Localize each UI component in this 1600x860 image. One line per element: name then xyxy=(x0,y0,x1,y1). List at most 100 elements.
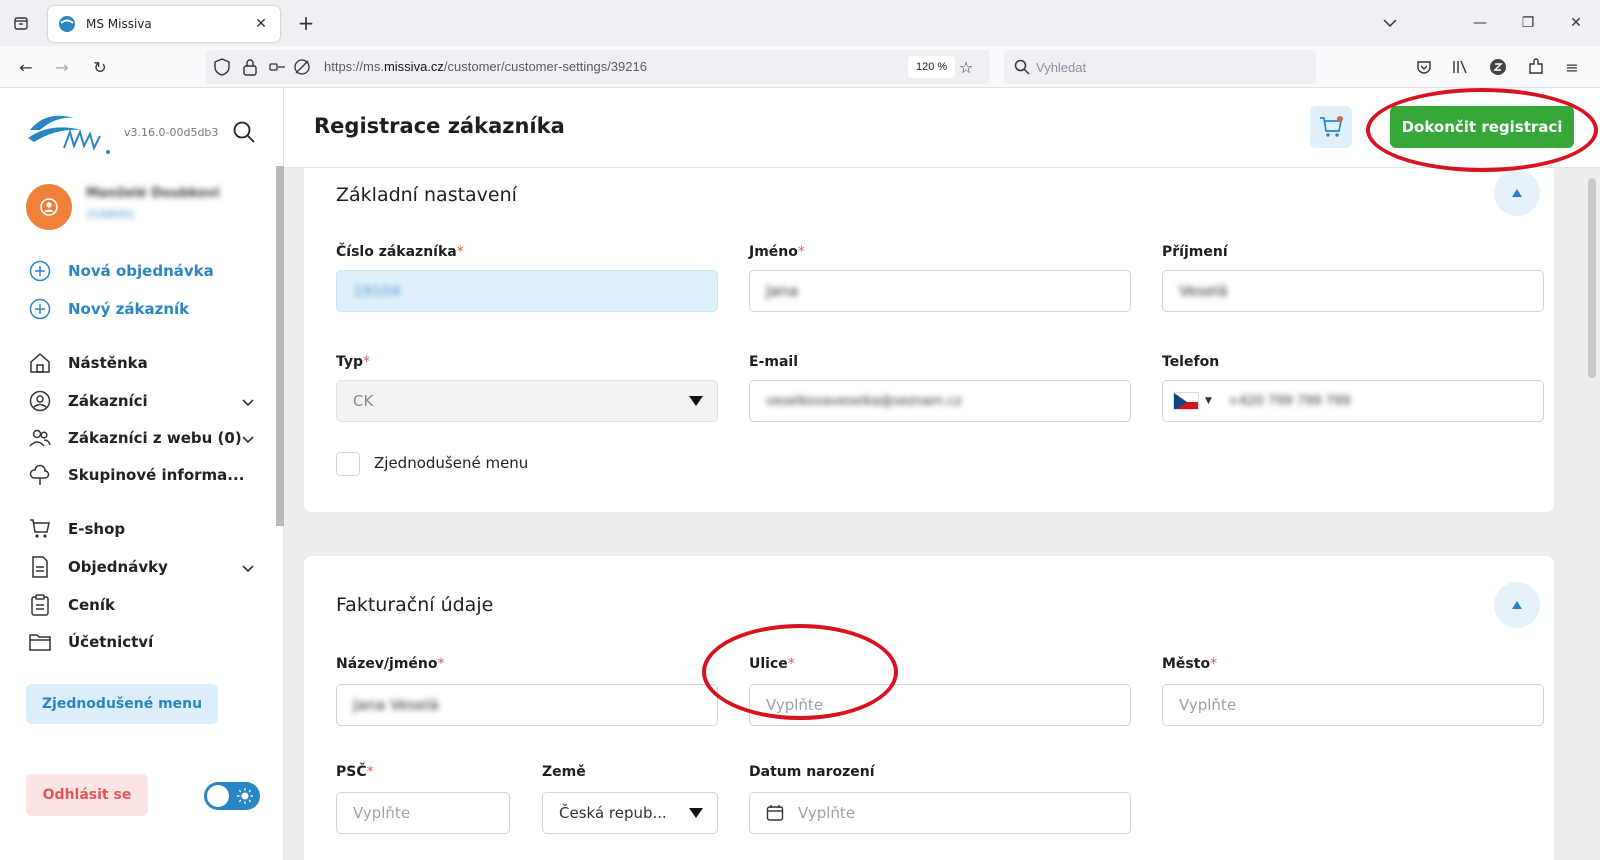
last-name-field[interactable]: Veselá xyxy=(1162,270,1544,312)
sidebar-search-icon[interactable] xyxy=(232,120,256,144)
sidebar-item-label: Nástěnka xyxy=(68,354,148,372)
calendar-icon[interactable] xyxy=(766,804,784,822)
sidebar-item-label: Ceník xyxy=(68,596,115,614)
city-input[interactable]: Vyplňte xyxy=(1162,684,1544,726)
triangle-up-icon xyxy=(1512,601,1522,609)
reload-icon[interactable]: ↻ xyxy=(88,56,112,78)
chevron-down-icon[interactable] xyxy=(240,431,256,447)
main-content: Základní nastavení Číslo zákazníka* 1910… xyxy=(284,88,1600,860)
dropdown-arrow-icon xyxy=(689,808,703,818)
simple-menu-checkbox-label: Zjednodušené menu xyxy=(374,454,529,472)
cart-icon xyxy=(28,517,52,541)
country-code-caret-icon[interactable]: ▼ xyxy=(1205,396,1212,406)
pocket-icon[interactable] xyxy=(1412,56,1436,78)
lock-icon[interactable] xyxy=(238,56,262,78)
users-icon xyxy=(28,426,52,450)
new-order-label: Nová objednávka xyxy=(68,262,214,280)
search-icon xyxy=(1010,56,1034,78)
simple-menu-button[interactable]: Zjednodušené menu xyxy=(26,684,218,724)
bookmark-star-icon[interactable]: ☆ xyxy=(954,56,978,78)
url-text[interactable]: https://ms.missiva.cz/customer/customer-… xyxy=(324,59,647,74)
finish-highlight-annotation xyxy=(1366,88,1598,172)
theme-toggle[interactable] xyxy=(204,782,260,810)
sidebar-item-customers[interactable]: Zákazníci xyxy=(28,388,148,414)
shield-icon[interactable] xyxy=(210,56,234,78)
browser-search-bar[interactable]: Vyhledat xyxy=(1004,50,1316,84)
list-all-tabs-icon[interactable] xyxy=(1378,12,1402,34)
browser-tabbar: MS Missiva ✕ + — ❐ ✕ xyxy=(0,0,1600,46)
billing-card: Fakturační údaje Název/jméno* Jana Vesel… xyxy=(304,556,1554,860)
home-icon xyxy=(28,351,52,375)
simple-menu-checkbox[interactable] xyxy=(336,452,360,476)
profile-icon[interactable] xyxy=(1486,56,1510,78)
tab-history-icon[interactable] xyxy=(10,12,32,34)
new-customer-button[interactable]: Nový zákazník xyxy=(28,296,189,322)
clipboard-icon xyxy=(28,593,52,617)
last-name-label: Příjmení xyxy=(1162,244,1228,260)
browser-tab[interactable]: MS Missiva ✕ xyxy=(48,6,280,42)
birth-date-input[interactable]: Vyplňte xyxy=(749,792,1131,834)
logout-button[interactable]: Odhlásit se xyxy=(26,774,148,816)
tab-close-icon[interactable]: ✕ xyxy=(252,16,270,32)
plus-circle-icon xyxy=(28,297,52,321)
sun-icon xyxy=(237,788,253,804)
sidebar-item-label: E-shop xyxy=(68,520,126,538)
permissions-icon[interactable] xyxy=(266,56,290,78)
email-label: E-mail xyxy=(749,354,799,370)
sidebar-item-pricelist[interactable]: Ceník xyxy=(28,592,115,618)
collapse-button[interactable] xyxy=(1494,582,1540,628)
forward-icon[interactable]: → xyxy=(50,56,74,78)
sidebar-item-eshop[interactable]: E-shop xyxy=(28,516,125,542)
billing-name-label: Název/jméno* xyxy=(336,656,445,672)
missiva-favicon-icon xyxy=(59,16,75,32)
customer-number-field[interactable]: 19104 xyxy=(336,270,718,312)
sidebar-scrollbar[interactable] xyxy=(276,166,284,526)
back-icon[interactable]: ← xyxy=(14,56,38,78)
menu-icon[interactable]: ≡ xyxy=(1560,56,1584,78)
url-bar[interactable]: https://ms.missiva.cz/customer/customer-… xyxy=(206,50,990,84)
billing-name-field[interactable]: Jana Veselá xyxy=(336,684,718,726)
email-field[interactable]: veselkovaveselka@seznam.cz xyxy=(749,380,1131,422)
restore-icon[interactable]: ❐ xyxy=(1504,0,1552,46)
tracking-protection-icon[interactable] xyxy=(290,56,314,78)
chevron-down-icon[interactable] xyxy=(240,560,256,576)
sidebar-item-accounting[interactable]: Účetnictví xyxy=(28,629,153,655)
zip-input[interactable]: Vyplňte xyxy=(336,792,510,834)
sidebar-item-web-customers[interactable]: Zákazníci z webu (0) xyxy=(28,425,242,451)
phone-field[interactable]: ▼ +420 799 799 799 xyxy=(1162,380,1544,422)
zoom-level[interactable]: 120 % xyxy=(908,56,956,78)
sidebar-item-orders[interactable]: Objednávky xyxy=(28,554,168,580)
collapse-button[interactable] xyxy=(1494,170,1540,216)
czech-flag-icon[interactable] xyxy=(1173,392,1199,410)
chevron-down-icon[interactable] xyxy=(240,394,256,410)
city-label: Město* xyxy=(1162,656,1218,672)
new-order-button[interactable]: Nová objednávka xyxy=(28,258,214,284)
user-id: 3198001 xyxy=(86,208,135,221)
cart-button[interactable] xyxy=(1310,106,1352,148)
folder-icon xyxy=(28,630,52,654)
minimize-icon[interactable]: — xyxy=(1456,0,1504,46)
document-icon xyxy=(28,555,52,579)
main-scrollbar[interactable] xyxy=(1588,178,1596,378)
sidebar-item-label: Účetnictví xyxy=(68,633,154,651)
billing-title: Fakturační údaje xyxy=(336,594,494,616)
close-window-icon[interactable]: ✕ xyxy=(1552,0,1600,46)
sidebar-item-label: Objednávky xyxy=(68,558,168,576)
country-select[interactable]: Česká repub... xyxy=(542,792,718,834)
first-name-label: Jméno* xyxy=(749,244,805,260)
user-circle-icon xyxy=(28,389,52,413)
first-name-field[interactable]: Jana xyxy=(749,270,1131,312)
cloud-icon xyxy=(28,463,52,487)
country-label: Země xyxy=(542,764,586,780)
avatar[interactable] xyxy=(26,184,72,230)
extensions-icon[interactable] xyxy=(1524,56,1548,78)
type-select[interactable]: CK xyxy=(336,380,718,422)
library-icon[interactable] xyxy=(1448,56,1472,78)
sidebar-item-group-info[interactable]: Skupinové informa... xyxy=(28,462,244,488)
sidebar: v3.16.0-00d5db3 Manželé Doubkovi 3198001… xyxy=(0,88,284,860)
sidebar-item-dashboard[interactable]: Nástěnka xyxy=(28,350,148,376)
triangle-up-icon xyxy=(1512,189,1522,197)
new-tab-icon[interactable]: + xyxy=(294,11,318,35)
app-version: v3.16.0-00d5db3 xyxy=(124,126,219,139)
browser-navbar: ← → ↻ https://ms.missiva.cz/customer/cus… xyxy=(0,46,1600,88)
